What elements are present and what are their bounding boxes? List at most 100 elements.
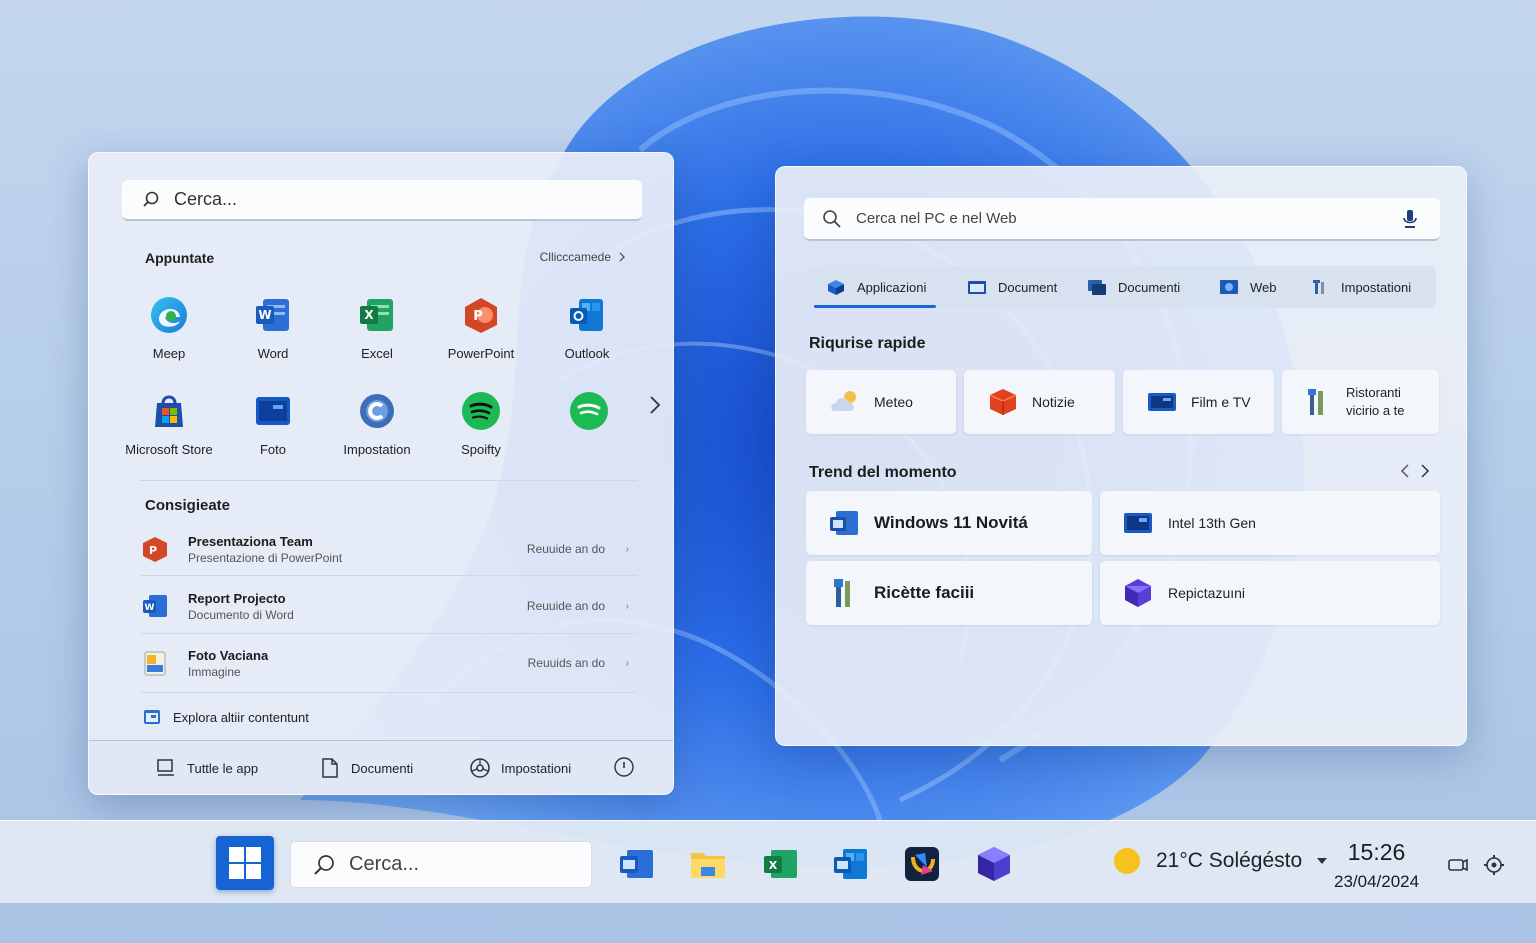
chevron-right-icon[interactable] bbox=[647, 393, 663, 417]
word-icon[interactable] bbox=[617, 845, 655, 883]
outlook-icon[interactable] bbox=[831, 845, 869, 883]
trend-item[interactable]: Windows 11 Novitá bbox=[806, 491, 1092, 555]
weather-text: 21°C Solégésto bbox=[1156, 849, 1303, 872]
window-icon bbox=[144, 710, 160, 724]
trend-item[interactable]: Intel 13th Gen bbox=[1100, 491, 1440, 555]
globe-window-icon bbox=[1220, 280, 1238, 294]
quick-item-notizie[interactable]: Notizie bbox=[964, 370, 1115, 434]
trend-label: Ricètte faciii bbox=[874, 583, 975, 602]
documents-icon bbox=[1088, 280, 1106, 295]
pinned-app-edge[interactable]: Meep bbox=[117, 293, 221, 373]
microphone-icon[interactable] bbox=[1402, 209, 1418, 229]
image-icon bbox=[144, 651, 166, 676]
start-menu: Cerca... Appuntate Cllicccamede Meep W W… bbox=[88, 152, 674, 795]
cloud-icon bbox=[831, 391, 856, 411]
clock-date: 23/04/2024 bbox=[1334, 872, 1420, 891]
trend-label: Windows 11 Novitá bbox=[874, 513, 1028, 532]
all-apps-icon bbox=[157, 759, 174, 776]
documents-button[interactable]: Documenti bbox=[319, 757, 413, 779]
pinned-app-microsoft-store[interactable]: Microsoft Store bbox=[117, 389, 221, 469]
excel-icon[interactable]: X bbox=[761, 845, 799, 883]
tab-label: Documenti bbox=[1118, 279, 1181, 295]
recommended-item-time: Reuuide an do bbox=[526, 542, 605, 556]
windows-logo-icon bbox=[229, 847, 261, 879]
divider bbox=[141, 692, 637, 693]
outlook-icon bbox=[570, 299, 603, 331]
start-search-input[interactable]: Cerca... bbox=[122, 180, 642, 221]
chevron-down-icon bbox=[1317, 858, 1328, 864]
quick-label: Film e TV bbox=[1191, 394, 1251, 410]
tab-web[interactable]: Web bbox=[1219, 266, 1277, 308]
document-icon bbox=[322, 758, 338, 778]
weather-widget[interactable]: 21°C Solégésto bbox=[1114, 848, 1328, 874]
recommended-item[interactable]: P Presentaziona Team Presentazione di Po… bbox=[141, 523, 637, 575]
chevron-right-icon[interactable] bbox=[1420, 463, 1430, 479]
search-icon bbox=[823, 209, 841, 228]
recommended-item[interactable]: W Report Projecto Documento di Word Reuu… bbox=[141, 580, 637, 632]
all-apps-button[interactable]: Tuttle le app bbox=[155, 757, 258, 779]
settings-button[interactable]: Impostationi bbox=[469, 757, 571, 779]
trend-item[interactable]: Ricètte faciii bbox=[806, 561, 1092, 625]
tab-documenti[interactable]: Documenti bbox=[1087, 266, 1180, 308]
app-label: Impostation bbox=[343, 442, 411, 457]
app-label: Foto bbox=[259, 442, 286, 457]
power-icon[interactable] bbox=[613, 756, 635, 778]
trend-item[interactable]: Repictazuıni bbox=[1100, 561, 1440, 625]
start-search-placeholder: Cerca... bbox=[174, 189, 238, 209]
pinned-app-powerpoint[interactable]: P PowerPoint bbox=[429, 293, 533, 373]
tab-impostazioni[interactable]: Impostationi bbox=[1310, 266, 1411, 308]
apps-icon bbox=[828, 280, 844, 295]
quick-item-meteo[interactable]: Meteo bbox=[806, 370, 956, 434]
app-label: PowerPoint bbox=[447, 346, 515, 361]
see-all-button[interactable]: Cllicccamede bbox=[540, 250, 625, 264]
recommended-title: Consigieate bbox=[145, 497, 231, 514]
edge-icon bbox=[151, 297, 187, 333]
quick-item-ristoranti[interactable]: Ristoranti vicirio a te bbox=[1282, 370, 1439, 434]
tab-document[interactable]: Document bbox=[967, 266, 1057, 308]
start-footer: Tuttle le app Documenti Impostationi bbox=[89, 740, 673, 794]
gear-icon[interactable] bbox=[1482, 854, 1506, 876]
spotify-icon bbox=[462, 392, 500, 430]
store-icon[interactable] bbox=[903, 845, 941, 883]
file-explorer-icon[interactable] bbox=[689, 845, 727, 883]
recommended-item-title: Report Projecto bbox=[188, 590, 286, 606]
chevron-left-icon[interactable] bbox=[1400, 463, 1410, 479]
app-label: Excel bbox=[361, 346, 393, 361]
quick-label-line1: Ristoranti bbox=[1346, 385, 1401, 400]
settings-tools-icon bbox=[1313, 280, 1324, 294]
explore-more-link[interactable]: Explora altiir contentunt bbox=[143, 708, 309, 726]
volume-icon[interactable] bbox=[1446, 854, 1470, 876]
chevron-right-icon: › bbox=[625, 600, 629, 612]
settings-app-icon bbox=[360, 394, 394, 428]
app-label: Word bbox=[257, 346, 289, 361]
pinned-app-excel[interactable]: X Excel bbox=[325, 293, 429, 373]
pinned-app-outlook[interactable]: Outlook bbox=[535, 293, 639, 373]
news-cube-icon bbox=[989, 389, 1017, 415]
search-panel: Cerca nel PC e nel Web Applicazioni Docu… bbox=[775, 166, 1467, 746]
recommended-item[interactable]: Foto Vaciana Immagine Reuuids an do › bbox=[141, 637, 637, 689]
cube-icon[interactable] bbox=[975, 845, 1013, 883]
pinned-app-word[interactable]: W Word bbox=[221, 293, 325, 373]
recommended-item-subtitle: Documento di Word bbox=[188, 607, 294, 622]
pinned-app-settings[interactable]: Impostation bbox=[325, 389, 429, 469]
svg-text:W: W bbox=[258, 308, 271, 322]
taskbar-search-input[interactable]: Cerca... bbox=[290, 841, 592, 888]
quick-item-film-tv[interactable]: Film e TV bbox=[1123, 370, 1274, 434]
panel-search-input[interactable]: Cerca nel PC e nel Web bbox=[804, 198, 1440, 241]
tab-applicazioni[interactable]: Applicazioni bbox=[813, 266, 937, 308]
word-icon: W bbox=[256, 299, 289, 331]
pinned-app-spotify[interactable]: Spoifty bbox=[429, 389, 533, 469]
tab-label: Impostationi bbox=[1341, 279, 1412, 295]
pinned-app-photos[interactable]: Foto bbox=[221, 389, 325, 469]
utensils-icon bbox=[834, 579, 850, 607]
documents-label: Documenti bbox=[351, 760, 414, 776]
purple-cube-icon bbox=[1125, 579, 1151, 607]
pinned-app-spotify-alt[interactable] bbox=[537, 389, 641, 469]
recommended-item-title: Presentaziona Team bbox=[188, 533, 313, 549]
tab-label: Applicazioni bbox=[857, 279, 927, 295]
restaurant-icon bbox=[1308, 389, 1323, 415]
app-label: Spoifty bbox=[461, 442, 501, 457]
clock[interactable]: 15:26 23/04/2024 bbox=[1334, 839, 1419, 892]
start-button[interactable] bbox=[216, 836, 274, 890]
excel-icon: X bbox=[360, 299, 393, 331]
